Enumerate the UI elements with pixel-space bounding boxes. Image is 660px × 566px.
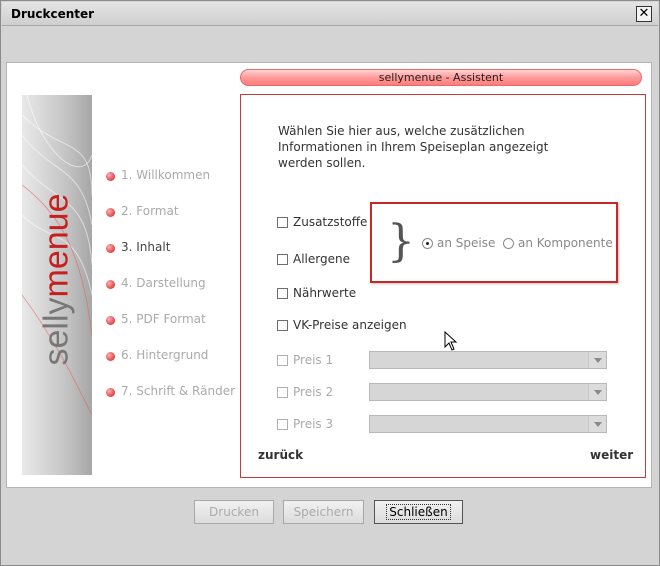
chevron-down-icon xyxy=(588,352,606,368)
chevron-down-icon xyxy=(588,416,606,432)
allergene-label: Allergene xyxy=(293,252,350,266)
vk-preise-label: VK-Preise anzeigen xyxy=(293,318,407,332)
an-speise-radio[interactable] xyxy=(422,238,433,249)
step-darstellung[interactable]: 4. Darstellung xyxy=(106,276,246,292)
step-dot-icon xyxy=(106,244,115,253)
step-dot-icon xyxy=(106,208,115,217)
naehrwerte-label: Nährwerte xyxy=(293,286,357,300)
zusatzstoffe-checkbox[interactable] xyxy=(277,217,288,228)
brand-banner: sellymenue xyxy=(22,95,92,475)
title-bar: Druckcenter ✕ xyxy=(2,2,658,26)
drucken-button[interactable]: Drucken xyxy=(194,500,274,524)
preis3-checkbox[interactable] xyxy=(277,419,288,430)
step-hintergrund[interactable]: 6. Hintergrund xyxy=(106,348,246,364)
preis3-select[interactable] xyxy=(369,415,607,433)
step-inhalt[interactable]: 3. Inhalt xyxy=(106,240,246,256)
zusatzstoffe-label: Zusatzstoffe xyxy=(293,215,368,229)
preis2-checkbox[interactable] xyxy=(277,387,288,398)
step-dot-icon xyxy=(106,172,115,181)
brace-icon: } xyxy=(387,216,415,267)
schliessen-button[interactable]: Schließen xyxy=(374,500,463,524)
speichern-button[interactable]: Speichern xyxy=(283,500,364,524)
preis1-select[interactable] xyxy=(369,351,607,369)
allergene-checkbox[interactable] xyxy=(277,254,288,265)
intro-text: Wählen Sie hier aus, welche zusätzlichen… xyxy=(278,124,549,170)
close-icon[interactable]: ✕ xyxy=(636,6,652,22)
brand-logo: sellymenue xyxy=(37,193,76,366)
step-dot-icon xyxy=(106,352,115,361)
back-link[interactable]: zurück xyxy=(258,448,303,462)
window-title: Druckcenter xyxy=(11,7,95,21)
vk-preise-checkbox[interactable] xyxy=(277,320,288,331)
step-dot-icon xyxy=(106,388,115,397)
preis1-checkbox[interactable] xyxy=(277,355,288,366)
preis3-label: Preis 3 xyxy=(293,417,334,431)
step-willkommen[interactable]: 1. Willkommen xyxy=(106,168,246,184)
an-komponente-radio[interactable] xyxy=(503,238,514,249)
mouse-cursor-icon xyxy=(444,331,458,351)
next-link[interactable]: weiter xyxy=(590,448,633,462)
an-komponente-label: an Komponente xyxy=(518,236,613,250)
preis2-label: Preis 2 xyxy=(293,385,334,399)
step-pdf-format[interactable]: 5. PDF Format xyxy=(106,312,246,328)
step-schrift-raender[interactable]: 7. Schrift & Ränder xyxy=(106,384,246,400)
step-dot-icon xyxy=(106,316,115,325)
step-dot-icon xyxy=(106,280,115,289)
wizard-header: sellymenue - Assistent xyxy=(240,69,642,86)
preis2-select[interactable] xyxy=(369,383,607,401)
chevron-down-icon xyxy=(588,384,606,400)
preis1-label: Preis 1 xyxy=(293,353,334,367)
step-format[interactable]: 2. Format xyxy=(106,204,246,220)
naehrwerte-checkbox[interactable] xyxy=(277,288,288,299)
an-speise-label: an Speise xyxy=(437,236,496,250)
